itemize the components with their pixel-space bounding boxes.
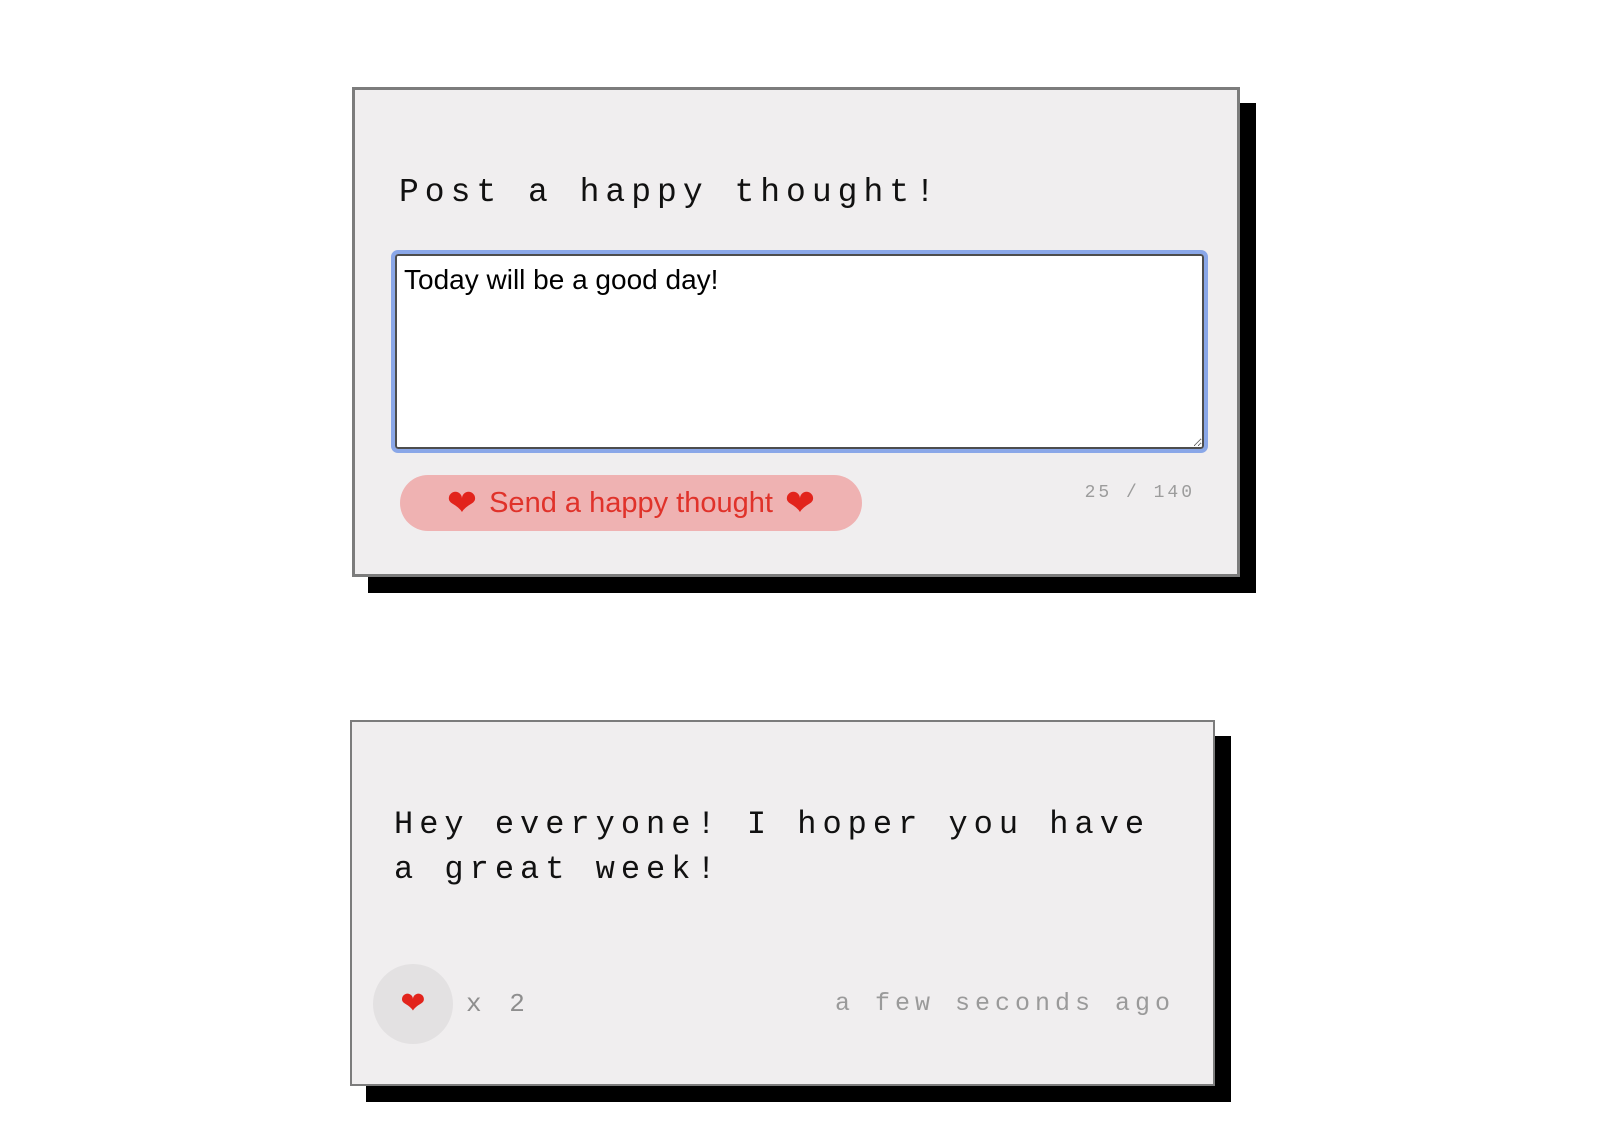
thought-timestamp: a few seconds ago (834, 989, 1175, 1018)
post-thought-form: Post a happy thought! ❤ Send a happy tho… (352, 87, 1240, 577)
character-counter: 25 / 140 (1084, 483, 1195, 503)
thought-card: Hey everyone! I hoper you have a great w… (350, 720, 1215, 1086)
like-count: x 2 (466, 989, 531, 1019)
heart-icon: ❤ (446, 482, 478, 523)
form-title: Post a happy thought! (399, 174, 941, 211)
like-button[interactable]: ❤ (373, 964, 453, 1044)
send-button-label: Send a happy thought (489, 486, 773, 519)
thought-message: Hey everyone! I hoper you have a great w… (394, 806, 1151, 888)
heart-icon: ❤ (400, 987, 426, 1020)
page: Post a happy thought! ❤ Send a happy tho… (0, 0, 1602, 1138)
heart-icon: ❤ (784, 482, 816, 523)
thought-input[interactable] (391, 250, 1208, 453)
send-thought-button[interactable]: ❤ Send a happy thought ❤ (400, 475, 862, 531)
